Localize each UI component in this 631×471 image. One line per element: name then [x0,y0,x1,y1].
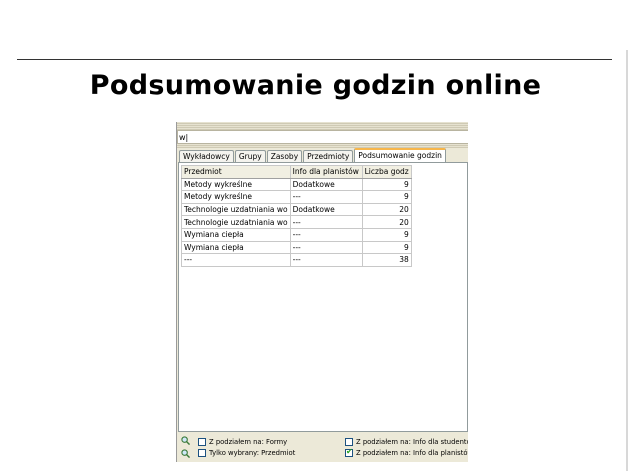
option-only-selected[interactable]: Tylko wybrany: Przedmiot [198,449,295,457]
cell-planner-info: --- [289,215,363,229]
column-header-hours[interactable]: Liczba godz [361,165,412,179]
slide-edge [626,50,628,471]
cell-planner-info: --- [289,190,363,204]
cell-planner-info: Dodatkowe [289,177,363,192]
cell-subject: Technologie uzdatniania wo [181,202,291,217]
cell-subject: Metody wykreślne [181,190,291,204]
cell-subject: Wymiana ciepła [181,240,291,255]
cell-hours: 9 [361,190,412,204]
tab-subjects[interactable]: Przedmioty [303,150,354,162]
check-mark-icon: ✔ [346,447,353,456]
filter-input[interactable] [177,130,468,144]
table-row[interactable]: Metody wykreślne Dodatkowe 9 [181,177,412,192]
option-split-by-student-info[interactable]: Z podziałem na: Info dla studentów [345,438,468,446]
cell-planner-info: --- [289,227,363,242]
tab-groups[interactable]: Grupy [234,150,266,162]
column-header-subject[interactable]: Przedmiot [181,165,291,179]
title-divider [17,59,612,60]
cell-hours: 38 [361,253,412,267]
table-row[interactable]: Wymiana ciepła --- 9 [181,240,412,255]
options-bar: Z podziałem na: Formy Tylko wybrany: Prz… [177,433,468,462]
table-row[interactable]: Wymiana ciepła --- 9 [181,227,412,242]
table-row[interactable]: Metody wykreślne --- 9 [181,190,412,204]
table-row[interactable]: Technologie uzdatniania wo --- 20 [181,215,412,229]
tab-resources[interactable]: Zasoby [266,150,303,162]
page-title: Podsumowanie godzin online [89,70,542,101]
table-header-row: Przedmiot Info dla planistów Liczba godz [181,165,412,179]
magnifier-icon[interactable] [181,449,190,458]
cell-subject: Technologie uzdatniania wo [181,215,291,229]
cell-hours: 20 [361,202,412,217]
tab-lecturers[interactable]: Wykładowcy [179,150,234,162]
table-row[interactable]: Technologie uzdatniania wo Dodatkowe 20 [181,202,412,217]
cell-hours: 9 [361,240,412,255]
toolbar-strip [177,122,468,130]
checkbox-split-by-forms[interactable] [198,438,206,446]
tab-bar: Wykładowcy Grupy Zasoby Przedmioty Podsu… [179,148,447,162]
cell-subject: Metody wykreślne [181,177,291,192]
summary-panel: Przedmiot Info dla planistów Liczba godz… [178,162,468,432]
tab-hours-summary[interactable]: Podsumowanie godzin [354,148,446,162]
cell-subject: --- [181,253,291,267]
app-window: Wykładowcy Grupy Zasoby Przedmioty Podsu… [176,122,468,462]
checkbox-only-selected[interactable] [198,449,206,457]
option-split-by-forms[interactable]: Z podziałem na: Formy [198,438,287,446]
checkbox-split-by-student-info[interactable] [345,438,353,446]
cell-planner-info: --- [289,240,363,255]
cell-subject: Wymiana ciepła [181,227,291,242]
hours-table: Przedmiot Info dla planistów Liczba godz… [181,165,412,267]
cell-planner-info: Dodatkowe [289,202,363,217]
checkbox-split-by-planner-info[interactable]: ✔ [345,447,353,457]
magnifier-icon[interactable] [181,436,190,445]
cell-hours: 9 [361,227,412,242]
cell-hours: 20 [361,215,412,229]
cell-hours: 9 [361,177,412,192]
option-split-by-planner-info[interactable]: ✔ Z podziałem na: Info dla planistów [345,447,468,457]
column-header-planner-info[interactable]: Info dla planistów [289,165,363,179]
table-row-total[interactable]: --- --- 38 [181,253,412,267]
cell-planner-info: --- [289,253,363,267]
